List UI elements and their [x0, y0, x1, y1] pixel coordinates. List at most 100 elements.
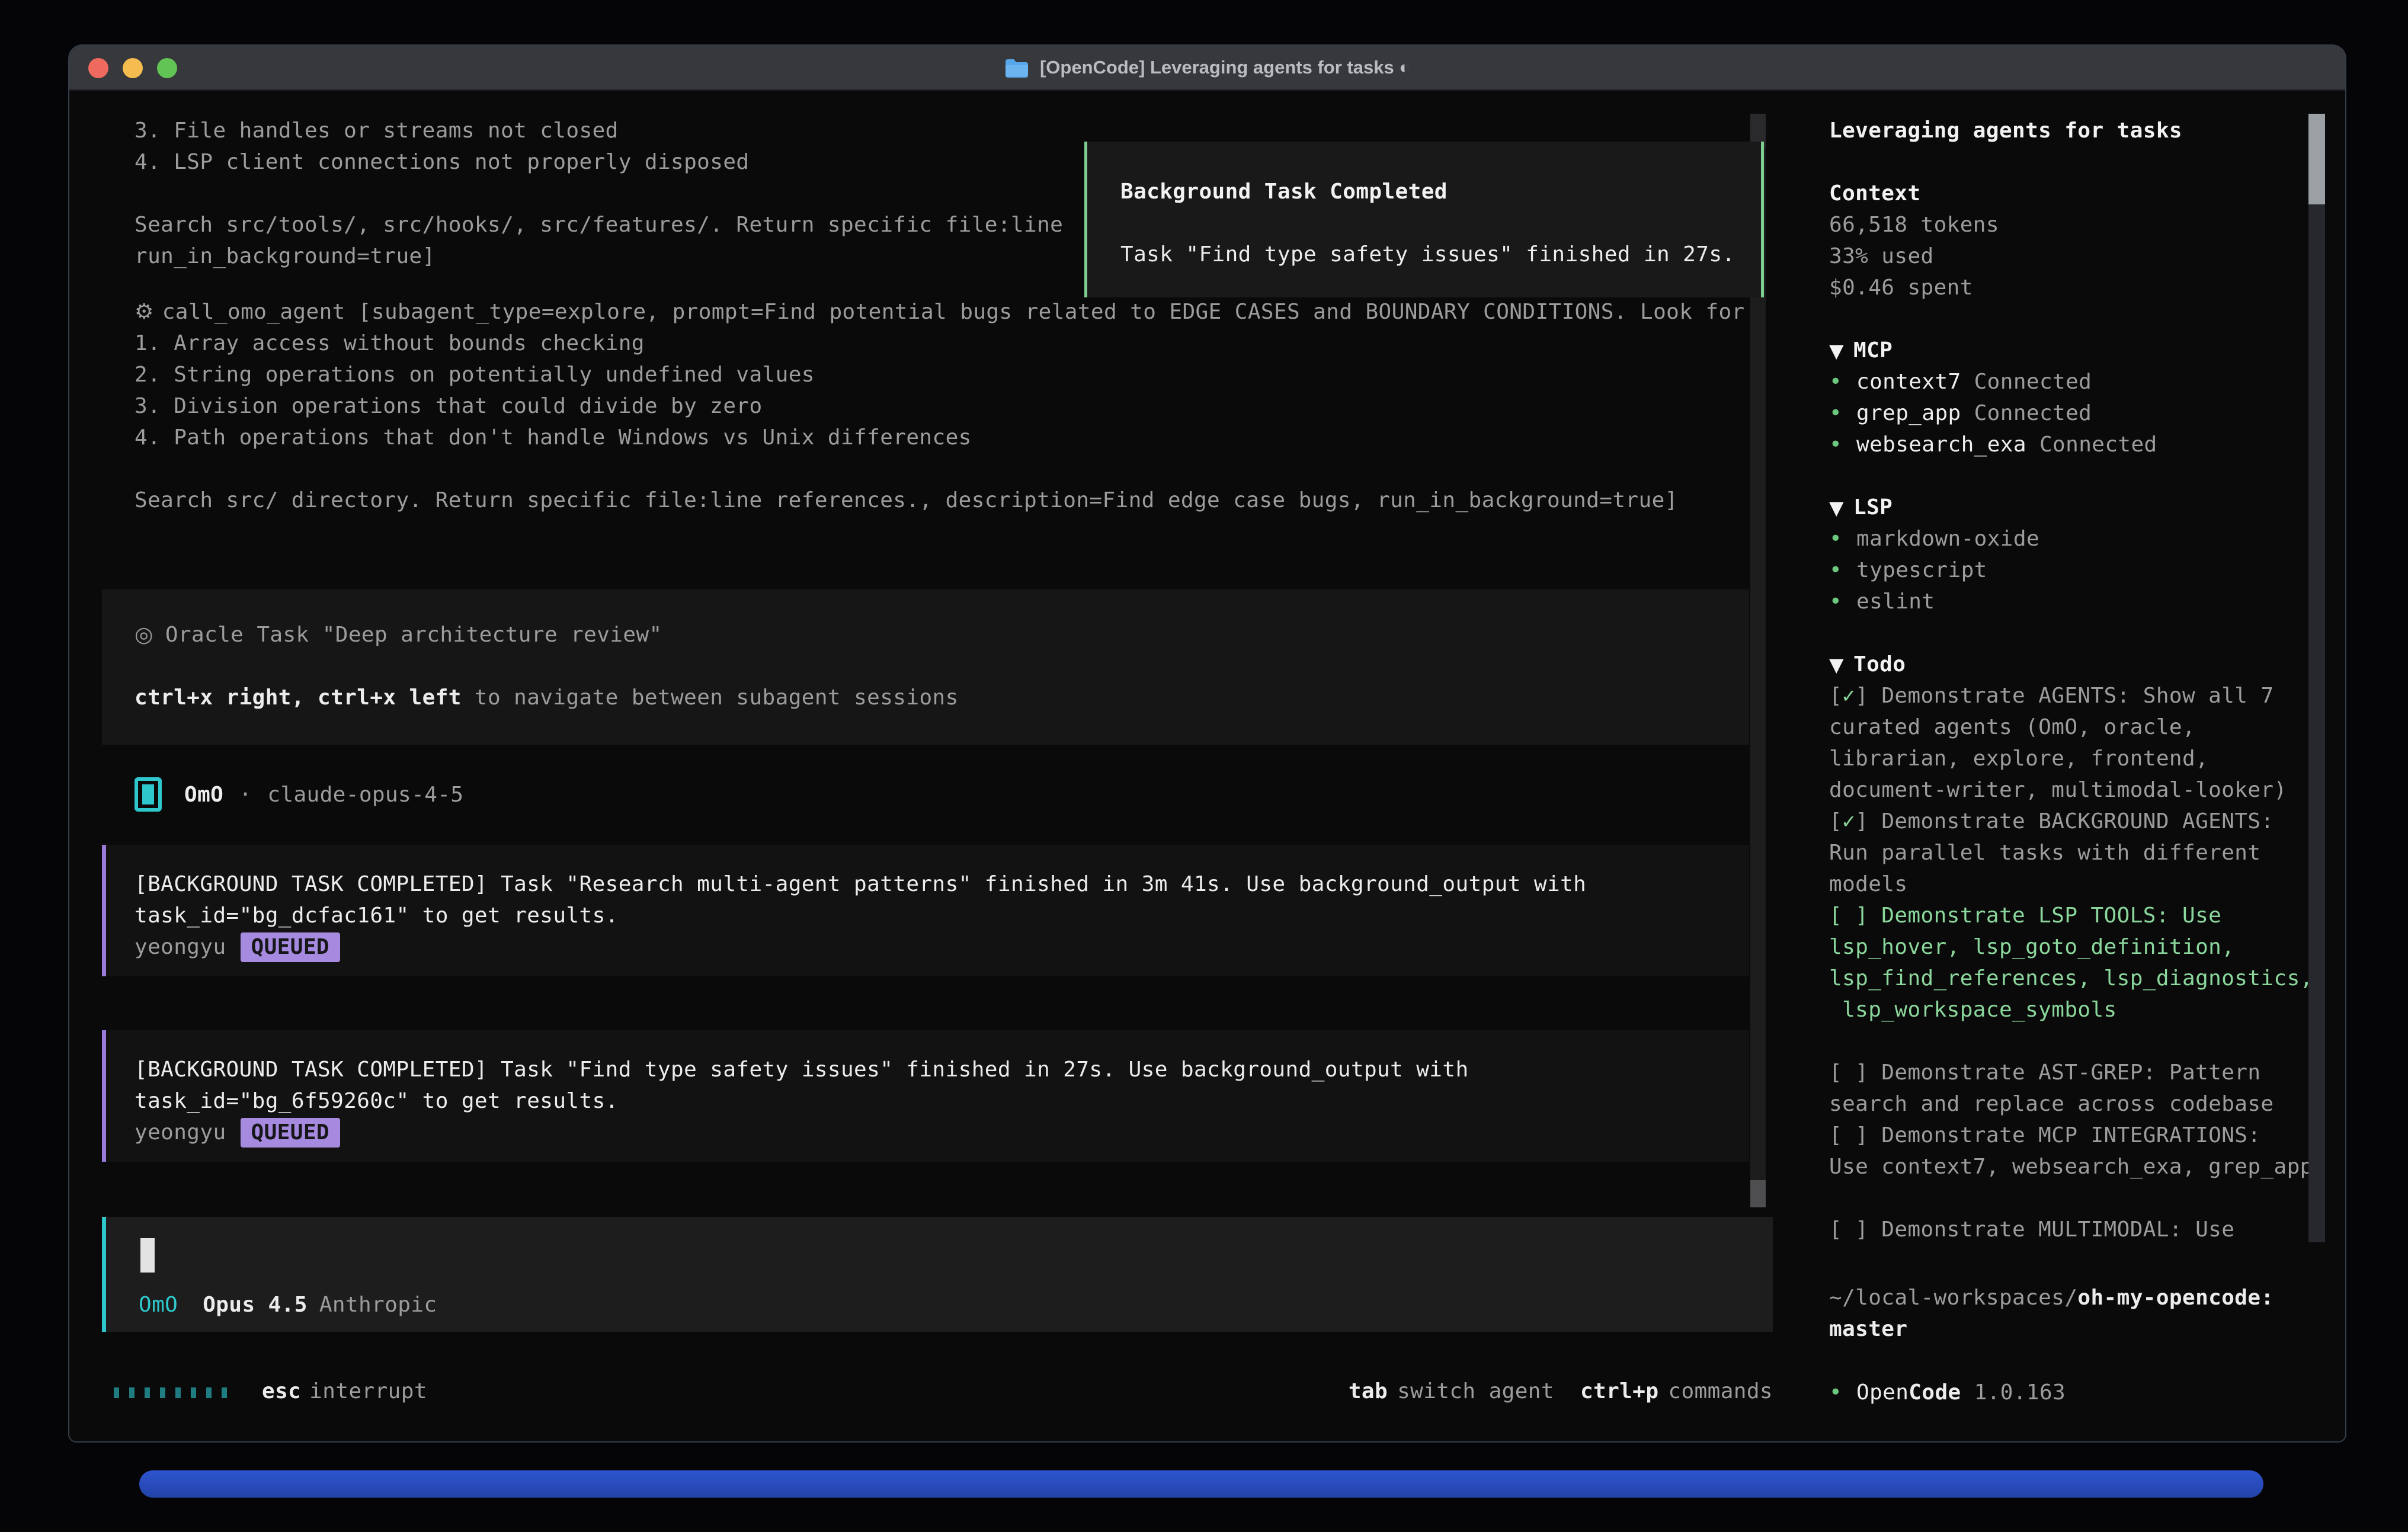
tab-key-label: switch agent [1397, 1376, 1554, 1407]
bullet-icon: • [1829, 523, 1856, 555]
lsp-item: •eslint [1829, 586, 2039, 617]
context-spent: $0.46 spent [1829, 272, 1999, 303]
agent-checkbox-icon [135, 777, 162, 812]
oracle-shortcut: ctrl+x right, ctrl+x left [135, 685, 462, 710]
scrollback-line [135, 178, 1063, 209]
tool-call-line: Search src/ directory. Return specific f… [135, 485, 1745, 516]
lsp-heading: LSP [1853, 495, 1893, 520]
todo-item-pending-line: [ ] Demonstrate MCP INTEGRATIONS: [1829, 1120, 2313, 1151]
mcp-item-status: Connected [2039, 432, 2157, 457]
sidebar-context-section: Context 66,518 tokens 33% used $0.46 spe… [1829, 178, 1999, 303]
context-heading: Context [1829, 178, 1999, 209]
status-bar-right: tab switch agent ctrl+p commands [69, 1376, 1773, 1407]
todo-item-pending-line: search and replace across codebase [1829, 1088, 2313, 1120]
oracle-hint: to navigate between subagent sessions [462, 685, 959, 710]
conversation-scrollbar-thumb[interactable] [1750, 1180, 1766, 1207]
todo-item-line: Run parallel tasks with different [1829, 837, 2313, 868]
scrollback-line: Search src/tools/, src/hooks/, src/featu… [135, 209, 1063, 241]
sidebar-mcp-section: ▼MCP •context7Connected •grep_appConnect… [1829, 335, 2157, 460]
task-message-user: yeongyu [135, 1117, 226, 1148]
bullet-icon: • [1829, 586, 1856, 617]
dock-bar[interactable] [139, 1470, 2263, 1498]
bullet-icon: • [1829, 429, 1856, 460]
sidebar-todo-section: ▼Todo [✓] Demonstrate AGENTS: Show all 7… [1829, 649, 2313, 1245]
mcp-item-status: Connected [1974, 370, 2092, 394]
bullet-icon: • [1829, 366, 1856, 398]
lsp-item-name: typescript [1856, 558, 1987, 582]
lsp-item: •markdown-oxide [1829, 523, 2039, 555]
todo-item-line: curated agents (OmO, oracle, [1829, 711, 2313, 743]
tool-call-line: 3. Division operations that could divide… [135, 390, 1745, 422]
mcp-item: •grep_appConnected [1829, 398, 2157, 429]
agent-session-header: OmO · claude-opus-4-5 [135, 775, 463, 813]
prompt-input[interactable]: OmO Opus 4.5 Anthropic [102, 1217, 1773, 1332]
oracle-task-card: ◎Oracle Task "Deep architecture review" … [102, 589, 1749, 745]
mcp-item-name: websearch_exa [1856, 432, 2026, 457]
lsp-item: •typescript [1829, 555, 2039, 586]
todo-item-active-line: lsp_workspace_symbols [1829, 994, 2313, 1025]
brand-open: Open [1856, 1380, 1909, 1405]
input-model: Opus 4.5 [203, 1289, 308, 1321]
collapse-arrow-icon[interactable]: ▼ [1829, 653, 1844, 676]
context-tokens: 66,518 tokens [1829, 209, 1999, 241]
check-icon: ✓ [1842, 809, 1855, 834]
tool-call-line: 1. Array access without bounds checking [135, 328, 1745, 359]
bullet-icon: • [1829, 555, 1856, 586]
scrollback-text: 3. File handles or streams not closed 4.… [135, 115, 1063, 272]
task-message: [BACKGROUND TASK COMPLETED] Task "Find t… [102, 1030, 1749, 1162]
window-title: [OpenCode] Leveraging agents for tasks ◐ [1040, 57, 1410, 78]
collapse-arrow-icon[interactable]: ▼ [1829, 496, 1844, 519]
agent-name: OmO [184, 779, 223, 810]
sidebar-scrollbar-thumb[interactable] [2308, 114, 2325, 204]
todo-item-line: librarian, explore, frontend, [1829, 743, 2313, 774]
task-message-line: [BACKGROUND TASK COMPLETED] Task "Find t… [135, 1054, 1749, 1085]
desktop-background: [OpenCode] Leveraging agents for tasks ◐… [0, 0, 2408, 1532]
mcp-item-name: grep_app [1856, 401, 1961, 425]
sidebar-footer: •OpenCode1.0.163 [1829, 1377, 2066, 1408]
scrollback-line: run_in_background=true] [135, 241, 1063, 272]
lsp-item-name: markdown-oxide [1856, 527, 2039, 551]
task-message-line: task_id="bg_6f59260c" to get results. [135, 1085, 1749, 1117]
todo-item-active-line: [ ] Demonstrate LSP TOOLS: Use [1829, 900, 2313, 931]
todo-item-line: document-writer, multimodal-looker) [1829, 774, 2313, 806]
ctrlp-key-hint: ctrl+p [1580, 1376, 1658, 1407]
agent-model: claude-opus-4-5 [267, 779, 463, 810]
oracle-label: Oracle Task "Deep architecture review" [165, 623, 662, 647]
tool-call-header: call_omo_agent [subagent_type=explore, p… [162, 300, 1745, 324]
sidebar-session-title: Leveraging agents for tasks [1829, 115, 2182, 146]
lsp-item-name: eslint [1856, 589, 1935, 614]
notification-title: Background Task Completed [1120, 176, 1761, 207]
mcp-heading: MCP [1853, 338, 1893, 363]
input-cursor [140, 1238, 155, 1273]
gear-icon: ⚙ [135, 300, 154, 324]
scrollback-line: 4. LSP client connections not properly d… [135, 146, 1063, 178]
agent-separator: · [239, 779, 252, 810]
tool-call-message: ⚙ call_omo_agent [subagent_type=explore, … [135, 296, 1745, 516]
todo-item-active-line: lsp_find_references, lsp_diagnostics, [1829, 963, 2313, 994]
todo-item-pending-line: [ ] Demonstrate MULTIMODAL: Use [1829, 1214, 2313, 1245]
scrollback-line: 3. File handles or streams not closed [135, 115, 1063, 146]
workspace-branch: master [1829, 1313, 2274, 1345]
input-provider: Anthropic [319, 1289, 437, 1321]
sidebar-scrollbar-track[interactable] [2308, 204, 2325, 1242]
workspace-repo: oh-my-opencode: [2077, 1286, 2273, 1310]
todo-item-line: models [1829, 868, 2313, 900]
input-agent-name: OmO [139, 1289, 178, 1321]
mcp-item: •websearch_exa Connected [1829, 429, 2157, 460]
bullet-icon: • [1829, 398, 1856, 429]
task-message: [BACKGROUND TASK COMPLETED] Task "Resear… [102, 845, 1749, 976]
mcp-item: •context7 Connected [1829, 366, 2157, 398]
sidebar-scrollbar[interactable] [2308, 46, 2325, 1443]
app-version: 1.0.163 [1974, 1380, 2066, 1405]
mcp-item-name: context7 [1856, 370, 1961, 394]
folder-icon [1004, 57, 1029, 78]
task-message-user: yeongyu [135, 931, 226, 963]
todo-heading: Todo [1853, 652, 1906, 677]
workspace-path: ~/local-workspaces/ [1829, 1286, 2077, 1310]
window-titlebar[interactable]: [OpenCode] Leveraging agents for tasks ◐ [69, 46, 2345, 91]
task-message-line: task_id="bg_dcfac161" to get results. [135, 900, 1749, 931]
tab-key-hint: tab [1349, 1376, 1388, 1407]
collapse-arrow-icon[interactable]: ▼ [1829, 339, 1844, 362]
notification-toast: Background Task Completed Task "Find typ… [1084, 142, 1764, 297]
terminal-window: [OpenCode] Leveraging agents for tasks ◐… [68, 44, 2346, 1443]
